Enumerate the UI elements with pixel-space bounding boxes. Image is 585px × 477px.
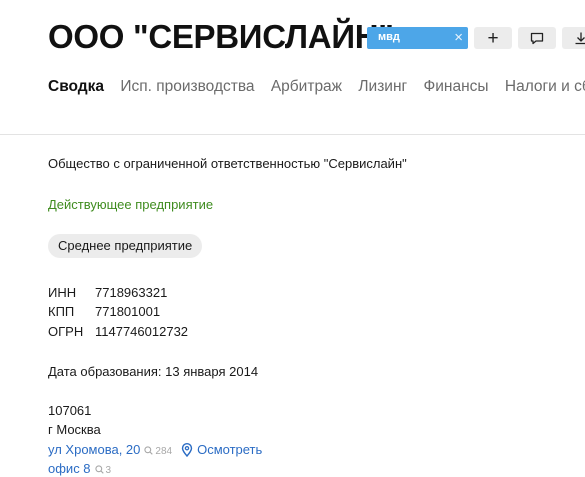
- office-search-count[interactable]: 3: [94, 465, 112, 476]
- id-value: 7718963321: [95, 285, 168, 300]
- count-value: 284: [155, 446, 173, 457]
- comment-button[interactable]: [518, 27, 556, 49]
- id-value: 1147746012732: [95, 324, 189, 339]
- id-label: ОГРН: [48, 324, 84, 339]
- tab-leasing[interactable]: Лизинг: [358, 78, 407, 96]
- registration-date: Дата образования: 13 января 2014: [48, 364, 259, 379]
- page-header: ООО "СЕРВИСЛАЙН" мвд × + Сводка Исп. про…: [0, 0, 585, 135]
- tab-bar: Сводка Исп. производства Арбитраж Лизинг…: [48, 78, 585, 96]
- street-link[interactable]: ул Хромова, 20: [48, 442, 140, 457]
- tab-arbitration[interactable]: Арбитраж: [271, 78, 342, 96]
- view-location-link[interactable]: Осмотреть: [197, 442, 262, 457]
- size-badge: Среднее предприятие: [48, 234, 203, 258]
- status-text: Действующее предприятие: [48, 197, 214, 212]
- search-icon: [144, 446, 154, 455]
- id-value: 771801001: [95, 304, 161, 319]
- count-value: 3: [105, 465, 112, 476]
- id-label: ИНН: [48, 285, 77, 300]
- search-icon: [94, 465, 104, 474]
- address-street-row: ул Хромова, 20 284 Осмотреть: [48, 442, 262, 457]
- office-link[interactable]: офис 8: [48, 461, 91, 476]
- add-button[interactable]: +: [474, 27, 512, 49]
- tag-chip[interactable]: мвд ×: [367, 27, 468, 49]
- tab-taxes[interactable]: Налоги и сб: [505, 78, 585, 96]
- plus-icon: +: [487, 27, 499, 49]
- tab-enforcement[interactable]: Исп. производства: [120, 78, 254, 96]
- address-city: г Москва: [48, 422, 101, 437]
- tag-label: мвд: [378, 31, 400, 43]
- id-row-kpp: КПП 771801001: [48, 304, 160, 319]
- location-pin-icon[interactable]: [181, 443, 193, 457]
- id-row-ogrn: ОГРН 1147746012732: [48, 324, 188, 339]
- address-office-row: офис 8 3: [48, 461, 111, 476]
- download-icon: [575, 32, 585, 45]
- comment-icon: [530, 32, 544, 44]
- address-postcode: 107061: [48, 403, 92, 418]
- tab-finance[interactable]: Финансы: [423, 78, 488, 96]
- company-full-name: Общество с ограниченной ответственностью…: [48, 156, 407, 171]
- tab-summary[interactable]: Сводка: [48, 78, 104, 96]
- street-search-count[interactable]: 284: [144, 446, 172, 457]
- close-icon[interactable]: ×: [454, 28, 463, 48]
- page-title: ООО "СЕРВИСЛАЙН": [48, 18, 394, 55]
- download-button[interactable]: [562, 27, 585, 49]
- id-row-inn: ИНН 7718963321: [48, 285, 167, 300]
- id-label: КПП: [48, 304, 75, 319]
